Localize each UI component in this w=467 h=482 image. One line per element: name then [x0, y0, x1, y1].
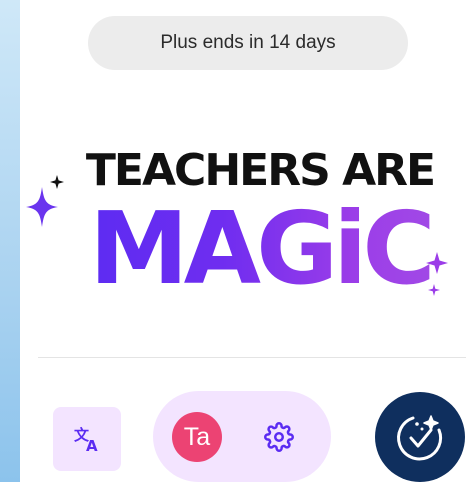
plan-status-text: Plus ends in 14 days: [160, 32, 336, 53]
avatar[interactable]: Ta: [172, 412, 222, 462]
translate-icon: 文 A: [74, 426, 98, 454]
divider: [38, 357, 466, 358]
gear-icon: [264, 422, 294, 452]
avatar-initials: Ta: [183, 422, 211, 451]
sparkle-right-icon: [426, 252, 448, 274]
plan-status-badge[interactable]: Plus ends in 14 days: [88, 16, 408, 70]
sparkle-check-icon: [397, 415, 443, 461]
account-controls: Ta: [153, 391, 331, 482]
logo-line-2: MAGiC: [74, 194, 446, 304]
translate-button[interactable]: 文 A: [53, 407, 121, 471]
logo-line-1: TEACHERS ARE: [85, 145, 436, 196]
magic-assistant-button[interactable]: [375, 392, 465, 482]
svg-text:A: A: [86, 437, 98, 454]
settings-button[interactable]: [259, 417, 299, 457]
sparkle-right-small-icon: [428, 284, 440, 296]
sparkle-large-icon: [26, 187, 58, 227]
sidebar-panel: Plus ends in 14 days TEACHERS ARE MAGiC …: [20, 0, 467, 482]
sparkle-small-icon: [50, 175, 64, 189]
